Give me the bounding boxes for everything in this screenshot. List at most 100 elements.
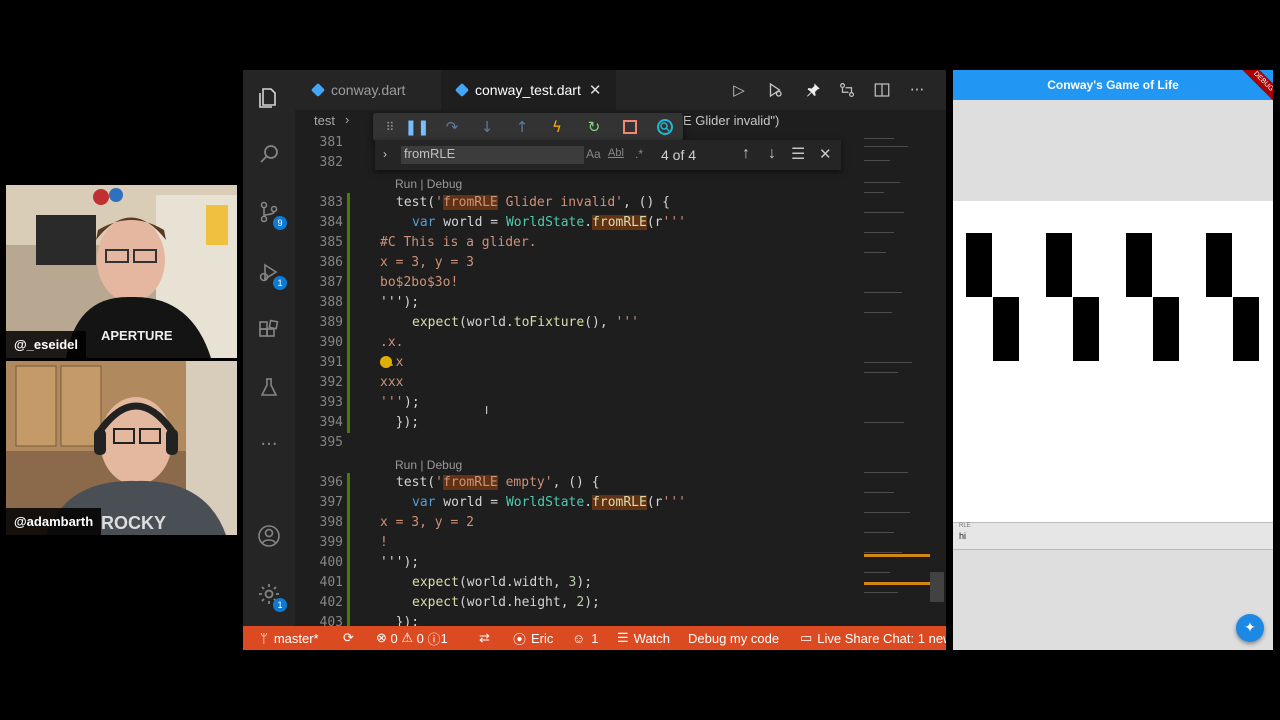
more-actions-icon[interactable]: ··· — [907, 80, 927, 100]
problems-item[interactable]: ⊗ 0 ⚠ 0 ⓘ 1 — [376, 626, 448, 650]
user-name: Eric — [531, 630, 554, 646]
branch-item[interactable]: ᛘ master* — [260, 626, 319, 650]
search-icon[interactable] — [257, 142, 281, 166]
code-line-391: ..x — [380, 355, 404, 370]
participant-count: 1 — [591, 630, 599, 646]
previous-match-icon[interactable]: ↑ — [742, 145, 750, 163]
step-into-icon[interactable]: ↓ — [478, 118, 496, 136]
live-share-participants[interactable]: ☺ 1 — [572, 626, 599, 650]
dart-file-icon — [454, 82, 470, 98]
live-share-user[interactable]: ⦿ Eric — [513, 626, 553, 650]
git-added-gutter-marker — [347, 193, 350, 433]
run-file-icon[interactable]: ▷ — [729, 80, 749, 100]
toggle-replace-chevron-icon[interactable]: › — [383, 147, 387, 161]
watch-label: Watch — [633, 630, 671, 646]
code-line-399: ! — [380, 535, 388, 550]
branch-name: master* — [273, 630, 319, 646]
line-number: 398 — [319, 515, 343, 530]
git-branch-icon: ᛘ — [260, 630, 268, 646]
svg-text:ROCKY: ROCKY — [101, 513, 166, 533]
settings-gear-icon[interactable]: 1 — [257, 582, 287, 612]
code-line-390: .x. — [380, 335, 404, 350]
dart-file-icon — [310, 82, 326, 98]
live-share-icon[interactable]: ⇄ — [479, 626, 490, 650]
find-input[interactable]: fromRLE — [401, 146, 584, 164]
step-out-icon[interactable]: ↑ — [513, 118, 531, 136]
minimap-find-highlight — [864, 554, 930, 557]
line-number: 388 — [319, 295, 343, 310]
line-number: 386 — [319, 255, 343, 270]
code-line-401: expect(world.width, 3); — [412, 575, 593, 590]
game-grid-canvas[interactable] — [953, 201, 1273, 522]
breadcrumb-folder[interactable]: test — [314, 113, 335, 128]
restart-icon[interactable]: ↻ — [585, 118, 603, 136]
pause-icon[interactable]: ❚❚ — [404, 118, 429, 136]
error-icon: ⊗ — [376, 630, 387, 645]
match-count: 4 of 4 — [661, 147, 697, 163]
extensions-icon[interactable] — [257, 318, 281, 342]
line-number: 403 — [319, 615, 343, 626]
chat-label: Live Share Chat: 1 new — [817, 630, 946, 646]
close-tab-icon[interactable]: ✕ — [589, 81, 602, 99]
line-number: 401 — [319, 575, 343, 590]
tab-label: conway_test.dart — [475, 82, 581, 98]
find-in-selection-icon[interactable]: ☰ — [791, 144, 805, 164]
debug-run-icon[interactable] — [765, 80, 785, 100]
breadcrumb-symbol[interactable]: E Glider invalid") — [683, 113, 779, 128]
line-number: 400 — [319, 555, 343, 570]
live-share-chat-item[interactable]: ▭ Live Share Chat: 1 new — [800, 626, 946, 650]
code-editor[interactable]: 381 382 383 384 385 386 387 388 389 390 … — [295, 132, 856, 626]
rle-text-field[interactable]: RLE hi — [953, 522, 1273, 550]
code-line-396: test('fromRLE empty', () { — [396, 475, 600, 490]
devtools-inspect-icon[interactable] — [656, 118, 674, 136]
line-number: 396 — [319, 475, 343, 490]
live-cell — [1153, 297, 1179, 361]
line-number: 393 — [319, 395, 343, 410]
testing-flask-icon[interactable] — [257, 376, 281, 400]
hot-reload-icon[interactable]: ϟ — [548, 118, 566, 136]
line-number: 381 — [319, 135, 343, 150]
live-cell — [1126, 233, 1152, 297]
split-editor-icon[interactable] — [872, 80, 892, 100]
code-line-403: }); — [380, 615, 420, 626]
code-line-398: x = 3, y = 2 — [380, 515, 474, 530]
code-line-386: x = 3, y = 3 — [380, 255, 474, 270]
account-icon[interactable] — [257, 524, 281, 548]
watch-item[interactable]: ☰ Watch — [617, 626, 670, 650]
breadcrumb-chevron-icon: › — [345, 112, 350, 127]
code-line-388: '''); — [380, 295, 420, 310]
line-number: 397 — [319, 495, 343, 510]
codelens-run-debug[interactable]: Run | Debug — [395, 176, 462, 192]
debug-my-code-item[interactable]: Debug my code — [688, 626, 779, 650]
drag-handle-icon[interactable]: ⠿ — [381, 118, 399, 136]
next-match-icon[interactable]: ↓ — [768, 145, 776, 163]
sync-icon[interactable]: ⟳ — [343, 626, 354, 650]
status-bar: ᛘ master* ⟳ ⊗ 0 ⚠ 0 ⓘ 1 ⇄ ⦿ Eric ☺ 1 ☰ Watch … — [243, 626, 946, 650]
tab-conway-dart[interactable]: conway.dart — [295, 70, 439, 110]
activity-bar: 9 1 ··· 1 — [243, 70, 295, 626]
stop-icon[interactable] — [621, 118, 639, 136]
regex-toggle-icon[interactable]: .* — [635, 147, 643, 161]
compare-changes-icon[interactable] — [837, 80, 857, 100]
codelens-run-debug[interactable]: Run | Debug — [395, 457, 462, 473]
code-line-393-string: ''' — [380, 395, 404, 410]
pin-icon[interactable] — [803, 80, 823, 100]
run-debug-icon[interactable]: 1 — [257, 260, 287, 290]
match-case-toggle[interactable]: Aa — [586, 147, 601, 161]
live-cell — [1206, 233, 1232, 297]
warning-count: 0 — [416, 630, 424, 646]
minimap-slider[interactable] — [930, 572, 944, 602]
source-control-icon[interactable]: 9 — [257, 200, 287, 230]
match-whole-word-toggle[interactable]: Abl — [608, 147, 624, 159]
code-line-400: '''); — [380, 555, 420, 570]
step-over-icon[interactable]: ↷ — [443, 118, 461, 136]
tab-conway-test-dart[interactable]: conway_test.dart ✕ — [441, 70, 616, 110]
minimap[interactable] — [856, 132, 946, 626]
explorer-icon[interactable] — [257, 86, 281, 110]
line-number: 385 — [319, 235, 343, 250]
line-number: 384 — [319, 215, 343, 230]
run-fab-button[interactable]: ✦ — [1236, 614, 1264, 642]
tab-bar: conway.dart conway_test.dart ✕ ▷ ··· — [295, 70, 946, 110]
more-icon[interactable]: ··· — [257, 432, 281, 456]
close-find-icon[interactable]: ✕ — [819, 145, 832, 163]
